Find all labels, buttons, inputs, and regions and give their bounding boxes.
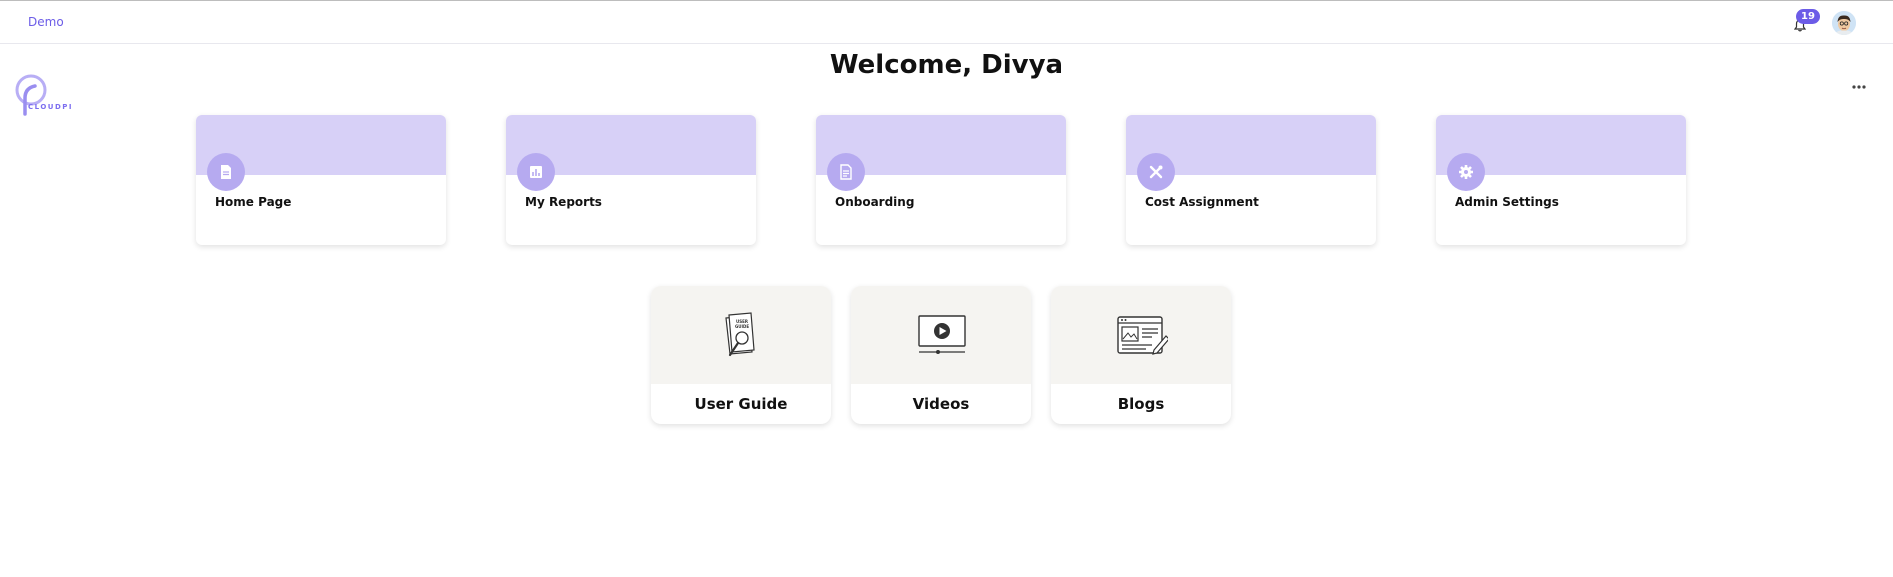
resource-label: Blogs [1117, 395, 1165, 413]
nav-card-label: My Reports [525, 195, 602, 209]
resource-card-videos[interactable]: Videos [851, 286, 1031, 424]
bar-chart-icon [517, 153, 555, 191]
nav-card-label: Admin Settings [1455, 195, 1559, 209]
nav-card-my-reports[interactable]: My Reports [506, 115, 756, 245]
gear-icon [1447, 153, 1485, 191]
document-icon [207, 153, 245, 191]
resource-label: User Guide [694, 395, 788, 413]
user-avatar[interactable] [1832, 11, 1856, 35]
tools-icon [1137, 153, 1175, 191]
more-options-button[interactable] [1848, 80, 1870, 94]
resource-card-user-guide[interactable]: USER GUIDE User Guide [651, 286, 831, 424]
blog-icon [1117, 316, 1168, 355]
doc-lines-icon [827, 153, 865, 191]
logo-text: CLOUDPI [28, 103, 74, 111]
resource-label: Videos [912, 395, 970, 413]
nav-card-label: Cost Assignment [1145, 195, 1259, 209]
nav-card-label: Onboarding [835, 195, 915, 209]
nav-card-cost-assignment[interactable]: Cost Assignment [1126, 115, 1376, 245]
nav-card-onboarding[interactable]: Onboarding [816, 115, 1066, 245]
top-bar: Demo 19 [0, 0, 1893, 44]
ellipsis-icon [1852, 85, 1866, 89]
user-guide-art-text-2: GUIDE [735, 324, 749, 329]
user-guide-icon: USER GUIDE [725, 312, 755, 357]
nav-card-label: Home Page [215, 195, 292, 209]
nav-card-admin-settings[interactable]: Admin Settings [1436, 115, 1686, 245]
org-selector-link[interactable]: Demo [28, 15, 64, 29]
welcome-heading: Welcome, Divya [829, 50, 1064, 80]
resource-card-blogs[interactable]: Blogs [1051, 286, 1231, 424]
nav-card-home-page[interactable]: Home Page [196, 115, 446, 245]
video-player-icon [918, 315, 966, 354]
notification-count-badge: 19 [1796, 9, 1820, 24]
